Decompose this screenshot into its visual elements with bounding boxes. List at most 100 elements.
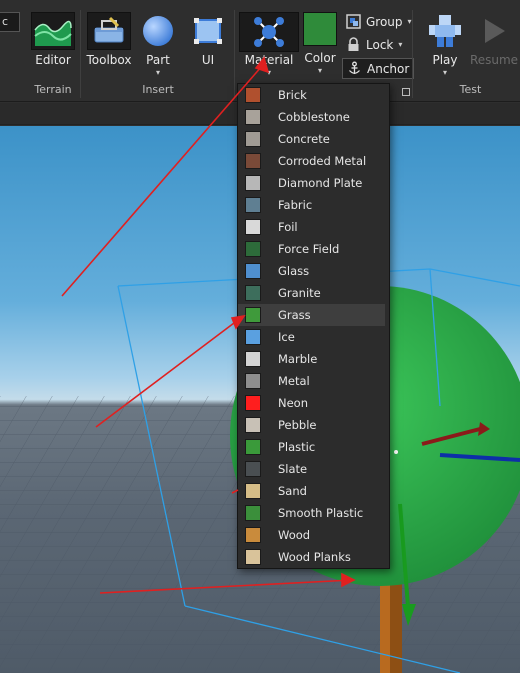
menu-item-fabric[interactable]: Fabric xyxy=(238,194,389,216)
play-button[interactable]: Play ▾ xyxy=(421,12,469,77)
menu-item-foil[interactable]: Foil xyxy=(238,216,389,238)
left-dropdown[interactable]: c xyxy=(0,12,20,32)
material-button[interactable]: Material ▾ xyxy=(239,12,299,77)
wood-planks-icon xyxy=(245,549,261,565)
plastic-icon xyxy=(245,439,261,455)
chevron-down-icon[interactable]: ▾ xyxy=(443,69,447,77)
menu-item-label: Concrete xyxy=(278,132,330,146)
part-button[interactable]: Part ▾ xyxy=(136,12,180,77)
menu-item-label: Smooth Plastic xyxy=(278,506,364,520)
ui-button[interactable]: UI xyxy=(186,12,230,67)
menu-item-glass[interactable]: Glass xyxy=(238,260,389,282)
menu-item-grass[interactable]: Grass xyxy=(238,304,385,326)
chevron-down-icon[interactable]: ▾ xyxy=(156,69,160,77)
chevron-down-icon[interactable]: ▾ xyxy=(318,67,322,75)
color-label: Color xyxy=(304,51,336,65)
menu-item-cobblestone[interactable]: Cobblestone xyxy=(238,106,389,128)
menu-item-label: Corroded Metal xyxy=(278,154,367,168)
corroded-metal-icon xyxy=(245,153,261,169)
menu-item-label: Glass xyxy=(278,264,310,278)
menu-item-label: Sand xyxy=(278,484,307,498)
play-icon xyxy=(423,12,467,50)
concrete-icon xyxy=(245,131,261,147)
menu-item-diamond-plate[interactable]: Diamond Plate xyxy=(238,172,389,194)
color-button[interactable]: Color ▾ xyxy=(302,12,338,75)
lock-button[interactable]: Lock ▾ xyxy=(346,37,402,52)
glass-icon xyxy=(245,263,261,279)
cobblestone-icon xyxy=(245,109,261,125)
menu-item-label: Force Field xyxy=(278,242,340,256)
metal-icon xyxy=(245,373,261,389)
test-group-label: Test xyxy=(459,83,482,96)
menu-item-ice[interactable]: Ice xyxy=(238,326,389,348)
group-button[interactable]: Group ▾ xyxy=(346,14,412,29)
menu-item-brick[interactable]: Brick xyxy=(238,84,389,106)
menu-item-label: Fabric xyxy=(278,198,313,212)
menu-item-label: Marble xyxy=(278,352,318,366)
menu-item-marble[interactable]: Marble xyxy=(238,348,389,370)
group-divider xyxy=(234,10,235,98)
resume-button[interactable]: Resume xyxy=(470,12,518,67)
color-swatch xyxy=(303,12,337,46)
menu-item-label: Ice xyxy=(278,330,295,344)
chevron-down-icon[interactable]: ▾ xyxy=(398,40,402,49)
diamond-plate-icon xyxy=(245,175,261,191)
menu-item-slate[interactable]: Slate xyxy=(238,458,389,480)
marble-icon xyxy=(245,351,261,367)
menu-item-smooth-plastic[interactable]: Smooth Plastic xyxy=(238,502,389,524)
anchor-label: Anchor xyxy=(367,61,410,76)
menu-item-concrete[interactable]: Concrete xyxy=(238,128,389,150)
foil-icon xyxy=(245,219,261,235)
toolbox-icon xyxy=(87,12,131,50)
menu-item-label: Foil xyxy=(278,220,298,234)
neon-icon xyxy=(245,395,261,411)
resume-label: Resume xyxy=(469,53,519,67)
ice-icon xyxy=(245,329,261,345)
menu-item-label: Grass xyxy=(278,308,311,322)
menu-item-label: Metal xyxy=(278,374,310,388)
ui-label: UI xyxy=(201,53,215,67)
menu-item-force-field[interactable]: Force Field xyxy=(238,238,389,260)
menu-item-label: Cobblestone xyxy=(278,110,350,124)
wood-icon xyxy=(245,527,261,543)
menu-item-wood[interactable]: Wood xyxy=(238,524,389,546)
part-icon xyxy=(136,12,180,50)
menu-item-label: Wood Planks xyxy=(278,550,351,564)
granite-icon xyxy=(245,285,261,301)
menu-item-label: Slate xyxy=(278,462,308,476)
insert-group-label: Insert xyxy=(142,83,174,96)
smooth-plastic-icon xyxy=(245,505,261,521)
menu-item-pebble[interactable]: Pebble xyxy=(238,414,389,436)
group-label: Group xyxy=(366,14,403,29)
toolbox-label: Toolbox xyxy=(86,53,132,67)
menu-item-sand[interactable]: Sand xyxy=(238,480,389,502)
anchor-button[interactable]: Anchor xyxy=(342,58,415,79)
chevron-down-icon[interactable]: ▾ xyxy=(267,69,271,77)
chevron-down-icon[interactable]: ▾ xyxy=(408,17,412,26)
lock-label: Lock xyxy=(366,37,394,52)
menu-item-granite[interactable]: Granite xyxy=(238,282,389,304)
menu-item-metal[interactable]: Metal xyxy=(238,370,389,392)
expand-group-icon[interactable] xyxy=(402,88,410,96)
menu-item-wood-planks[interactable]: Wood Planks xyxy=(238,546,389,568)
group-icon xyxy=(346,14,361,29)
brick-icon xyxy=(245,87,261,103)
lock-icon xyxy=(346,37,361,52)
group-divider xyxy=(80,10,81,98)
menu-item-neon[interactable]: Neon xyxy=(238,392,389,414)
terrain-editor-label: Editor xyxy=(35,53,71,67)
slate-icon xyxy=(245,461,261,477)
menu-item-plastic[interactable]: Plastic xyxy=(238,436,389,458)
menu-item-label: Diamond Plate xyxy=(278,176,363,190)
toolbox-button[interactable]: Toolbox xyxy=(86,12,132,67)
terrain-editor-button[interactable]: Editor xyxy=(31,12,75,67)
sand-icon xyxy=(245,483,261,499)
grass-icon xyxy=(245,307,261,323)
menu-item-corroded-metal[interactable]: Corroded Metal xyxy=(238,150,389,172)
menu-item-label: Granite xyxy=(278,286,321,300)
material-label: Material xyxy=(244,53,294,67)
pebble-icon xyxy=(245,417,261,433)
group-divider xyxy=(412,10,413,98)
ui-icon xyxy=(186,12,230,50)
part-label: Part xyxy=(146,53,170,67)
